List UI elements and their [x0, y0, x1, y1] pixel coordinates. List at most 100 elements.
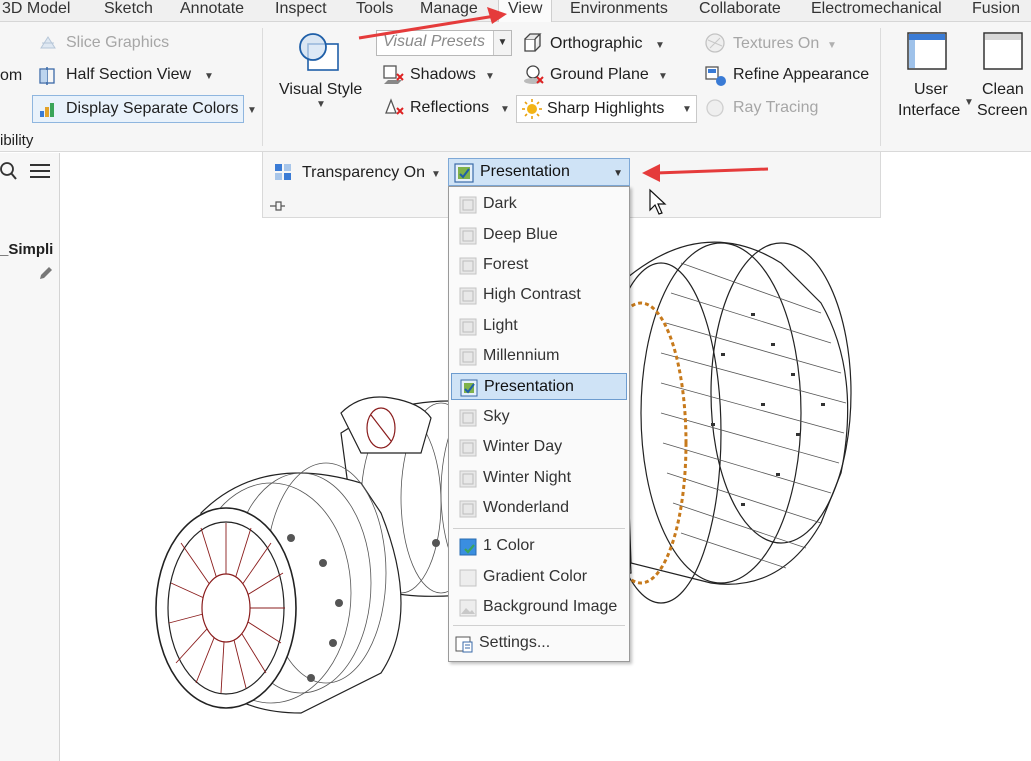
- reflections-button[interactable]: Reflections: [410, 98, 489, 118]
- annotation-arrow-icon: [358, 7, 507, 40]
- half-section-view-button[interactable]: Half Section View: [66, 65, 191, 85]
- menu-item-light[interactable]: Light: [451, 313, 627, 340]
- search-icon[interactable]: [0, 161, 18, 181]
- theme-icon: [459, 439, 477, 457]
- visibility-panel-label: ibility: [0, 132, 34, 149]
- clean-screen-icon[interactable]: [982, 31, 1024, 71]
- tab-collaborate[interactable]: Collaborate: [699, 0, 781, 22]
- user-interface-label-2[interactable]: Interface: [898, 101, 960, 121]
- theme-icon: [459, 318, 477, 336]
- menu-item-winter-day[interactable]: Winter Day: [451, 434, 627, 461]
- ray-tracing-button[interactable]: Ray Tracing: [733, 98, 818, 118]
- ray-tracing-icon: [706, 99, 724, 117]
- sharp-highlights-button[interactable]: Sharp Highlights: [547, 99, 664, 119]
- menu-separator: [453, 625, 625, 626]
- theme-icon: [459, 196, 477, 214]
- menu-item-background-image[interactable]: Background Image: [451, 594, 627, 621]
- menu-item-label: High Contrast: [483, 286, 581, 303]
- ribbon-tab-bar: 3D Model Sketch Annotate Inspect Tools M…: [0, 0, 1031, 23]
- textures-on-button[interactable]: Textures On: [733, 34, 819, 54]
- reflections-icon: [385, 98, 404, 115]
- display-separate-colors-button[interactable]: Display Separate Colors: [66, 99, 239, 119]
- user-interface-label-1[interactable]: User: [914, 80, 948, 100]
- menu-item-millennium[interactable]: Millennium: [451, 343, 627, 370]
- visual-style-icon[interactable]: [296, 30, 344, 74]
- slice-graphics-button[interactable]: Slice Graphics: [66, 33, 169, 53]
- theme-icon: [459, 470, 477, 488]
- background-dropdown[interactable]: Presentation ▼: [448, 158, 630, 186]
- ground-plane-button[interactable]: Ground Plane: [550, 65, 649, 85]
- menu-item-label: Background Image: [483, 598, 618, 615]
- shadows-button[interactable]: Shadows: [410, 65, 476, 85]
- ribbon-separator: [880, 28, 881, 146]
- chevron-down-icon[interactable]: ▼: [316, 100, 326, 110]
- visual-style-label[interactable]: Visual Style: [279, 80, 362, 100]
- menu-item-dark[interactable]: Dark: [451, 191, 627, 218]
- refine-appearance-button[interactable]: Refine Appearance: [733, 65, 869, 85]
- tab-fusion[interactable]: Fusion: [972, 0, 1020, 22]
- menu-item-label: Forest: [483, 256, 529, 273]
- menu-item-settings[interactable]: Settings...: [451, 630, 627, 657]
- chevron-down-icon[interactable]: ▼: [655, 41, 665, 51]
- tab-electromechanical[interactable]: Electromechanical: [811, 0, 942, 22]
- chevron-down-icon[interactable]: ▼: [827, 41, 837, 51]
- tab-annotate[interactable]: Annotate: [180, 0, 244, 22]
- tab-inspect[interactable]: Inspect: [275, 0, 327, 22]
- pencil-icon[interactable]: [38, 265, 54, 281]
- chevron-down-icon[interactable]: ▼: [500, 105, 510, 115]
- menu-icon[interactable]: [29, 162, 51, 180]
- theme-icon: [459, 348, 477, 366]
- theme-icon: [459, 257, 477, 275]
- menu-item-gradient-color[interactable]: Gradient Color: [451, 564, 627, 591]
- menu-item-presentation[interactable]: Presentation: [451, 373, 627, 400]
- chevron-down-icon[interactable]: ▼: [964, 98, 974, 108]
- chevron-down-icon[interactable]: ▼: [204, 72, 214, 82]
- tab-environments[interactable]: Environments: [570, 0, 668, 22]
- chevron-down-icon[interactable]: ▼: [485, 72, 495, 82]
- menu-item-label: Deep Blue: [483, 226, 558, 243]
- model-name[interactable]: _Simpli: [0, 240, 53, 260]
- settings-icon: [455, 636, 473, 653]
- chevron-down-icon[interactable]: ▼: [658, 72, 668, 82]
- menu-item-label: Light: [483, 317, 518, 334]
- tab-3d-model[interactable]: 3D Model: [2, 0, 70, 22]
- menu-item-label: Gradient Color: [483, 568, 588, 585]
- menu-item-deep-blue[interactable]: Deep Blue: [451, 222, 627, 249]
- shadows-icon: [383, 65, 404, 84]
- orthographic-button[interactable]: Orthographic: [550, 34, 643, 54]
- menu-item-forest[interactable]: Forest: [451, 252, 627, 279]
- chevron-down-icon[interactable]: ▼: [247, 106, 257, 116]
- ground-plane-icon: [524, 65, 544, 84]
- textures-icon: [705, 33, 725, 53]
- orthographic-icon: [524, 33, 542, 52]
- zoom-label-fragment[interactable]: om: [0, 66, 22, 86]
- menu-item-label: Settings...: [479, 634, 551, 651]
- gradient-icon: [459, 569, 477, 587]
- menu-item-1-color[interactable]: 1 Color: [451, 533, 627, 560]
- menu-separator: [453, 528, 625, 529]
- menu-item-wonderland[interactable]: Wonderland: [451, 495, 627, 522]
- menu-item-label: Dark: [483, 195, 517, 212]
- one-color-icon: [459, 538, 477, 556]
- menu-item-label: Millennium: [483, 347, 560, 364]
- user-interface-icon[interactable]: [906, 31, 948, 71]
- theme-icon: [459, 500, 477, 518]
- menu-item-label: Winter Night: [483, 469, 572, 486]
- menu-item-label: Presentation: [484, 378, 574, 395]
- menu-item-winter-night[interactable]: Winter Night: [451, 465, 627, 492]
- menu-item-label: Wonderland: [483, 499, 569, 516]
- half-section-view-icon: [39, 67, 55, 85]
- menu-item-sky[interactable]: Sky: [451, 404, 627, 431]
- clean-screen-label-1[interactable]: Clean: [982, 80, 1024, 100]
- menu-item-label: Sky: [483, 408, 510, 425]
- tab-sketch[interactable]: Sketch: [104, 0, 153, 22]
- chevron-down-icon[interactable]: ▼: [682, 105, 692, 115]
- menu-item-high-contrast[interactable]: High Contrast: [451, 282, 627, 309]
- chevron-down-icon[interactable]: ▼: [613, 168, 623, 179]
- clean-screen-label-2[interactable]: Screen: [977, 101, 1028, 121]
- menu-item-label: Winter Day: [483, 438, 563, 455]
- mouse-cursor-icon: [649, 188, 667, 215]
- display-separate-colors-icon: [40, 103, 54, 117]
- background-dropdown-value: Presentation: [480, 163, 570, 180]
- presentation-icon: [454, 163, 474, 183]
